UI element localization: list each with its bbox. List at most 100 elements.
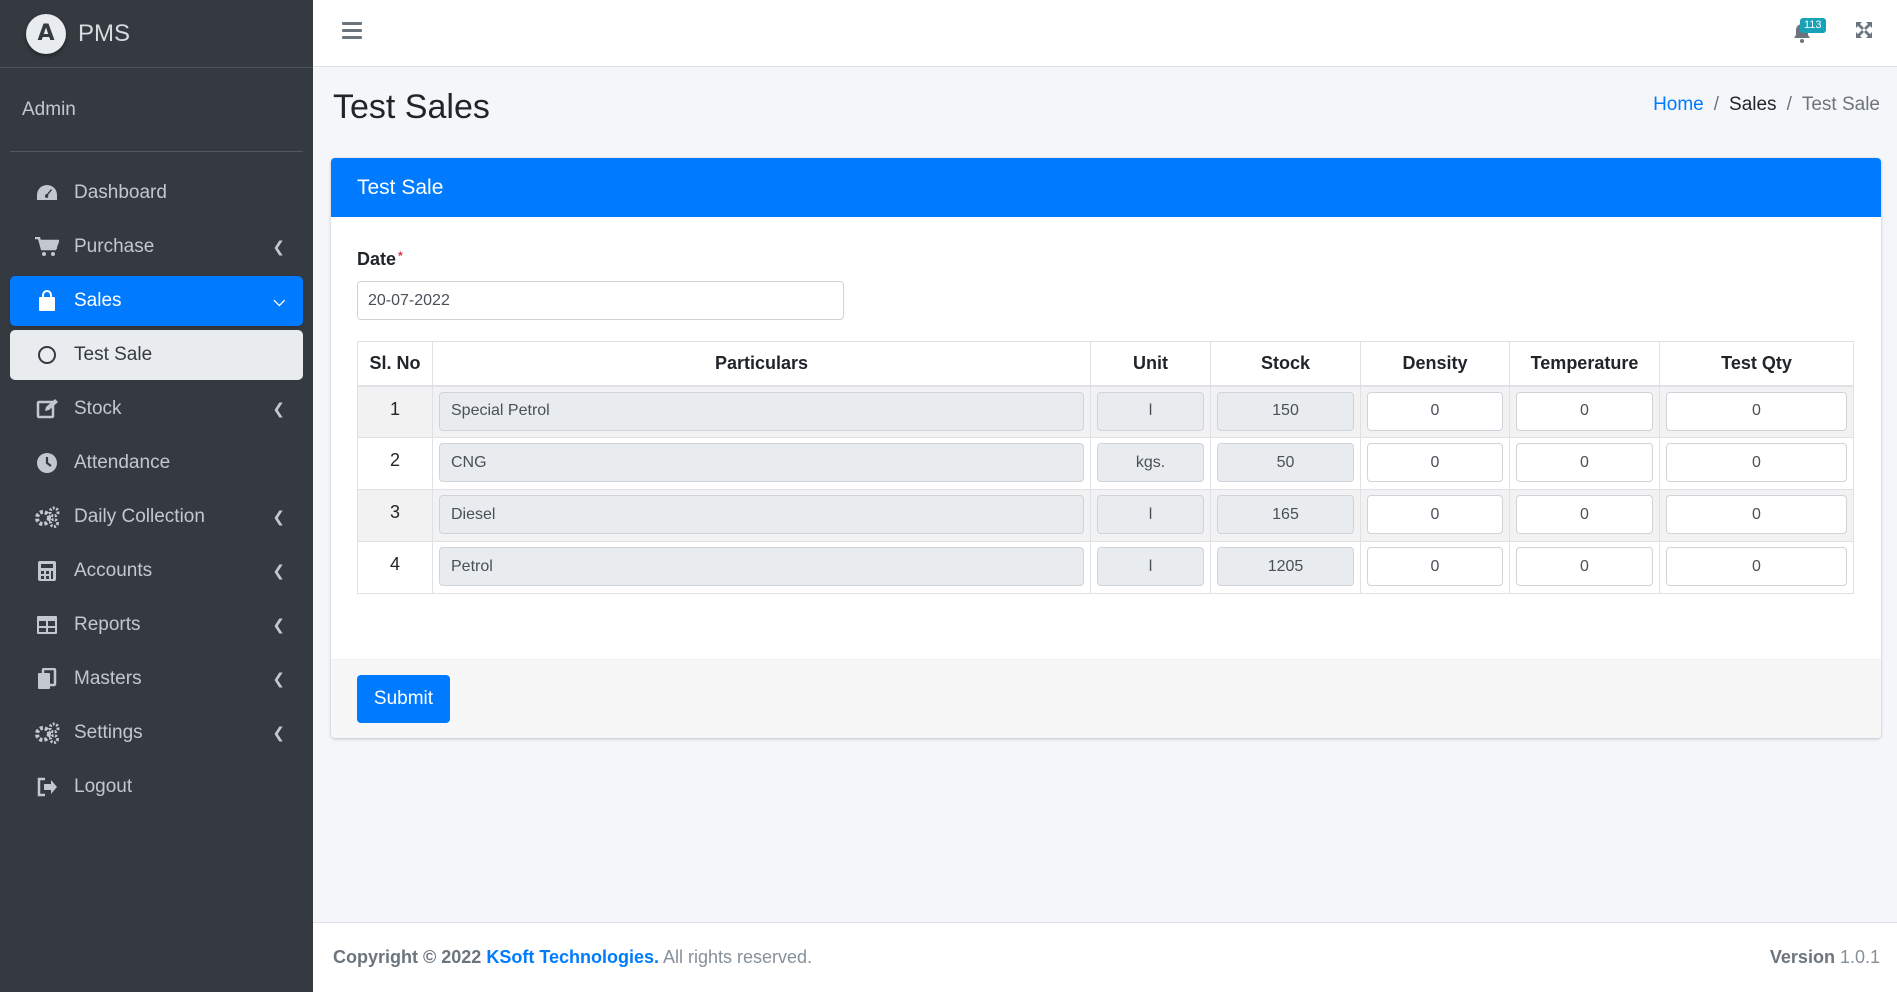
date-input[interactable] xyxy=(357,281,844,320)
sidebar-item-label: Dashboard xyxy=(74,182,167,203)
sidebar-item-sales[interactable]: Sales ⌵ xyxy=(10,276,303,326)
chevron-left-icon: ❮ xyxy=(272,671,285,688)
test-qty-input[interactable] xyxy=(1666,391,1847,431)
brand-link[interactable]: A PMS xyxy=(0,0,313,68)
sidebar-item-masters[interactable]: Masters ❮ xyxy=(10,654,303,704)
sidebar-item-label: Accounts xyxy=(74,560,153,581)
table-row: 4 Petrol l 1205 xyxy=(357,541,1854,594)
column-header-sl-no: Sl. No xyxy=(357,341,433,387)
submit-button[interactable]: Submit xyxy=(357,675,450,723)
chevron-left-icon: ❮ xyxy=(272,563,285,580)
unit-field: kgs. xyxy=(1097,443,1204,482)
top-navbar: 113 xyxy=(313,0,1897,67)
breadcrumb-home-link[interactable]: Home xyxy=(1653,94,1704,116)
column-header-unit: Unit xyxy=(1090,341,1211,387)
notification-badge: 113 xyxy=(1800,18,1826,33)
sidebar-item-label: Settings xyxy=(74,722,143,743)
table-row: 3 Diesel l 165 xyxy=(357,489,1854,542)
copy-icon xyxy=(34,667,60,691)
sl-no-cell: 4 xyxy=(357,541,433,594)
dashboard-icon xyxy=(34,181,60,205)
breadcrumb-separator: / xyxy=(1713,94,1720,115)
breadcrumb: Home / Sales / Test Sale xyxy=(1653,94,1880,116)
chevron-left-icon: ❮ xyxy=(272,401,285,418)
fullscreen-icon[interactable] xyxy=(1854,20,1878,44)
sidebar: A PMS Admin Dashboard Purchase ❮ Sales ⌵ xyxy=(0,0,313,992)
test-sale-card: Test Sale Date* Sl. No Particulars Unit … xyxy=(331,158,1881,738)
temperature-input[interactable] xyxy=(1516,443,1653,482)
sidebar-item-purchase[interactable]: Purchase ❮ xyxy=(10,222,303,272)
density-input[interactable] xyxy=(1367,391,1503,431)
sign-out-icon xyxy=(34,775,60,799)
sidebar-item-stock[interactable]: Stock ❮ xyxy=(10,384,303,434)
main-footer: Copyright © 2022 KSoft Technologies. All… xyxy=(313,922,1897,992)
column-header-temperature: Temperature xyxy=(1509,341,1660,387)
particular-field: Special Petrol xyxy=(439,391,1084,431)
temperature-input[interactable] xyxy=(1516,495,1653,534)
density-input[interactable] xyxy=(1367,443,1503,482)
breadcrumb-sales: Sales xyxy=(1729,94,1777,115)
chevron-left-icon: ❮ xyxy=(272,617,285,634)
sidebar-item-label: Attendance xyxy=(74,452,171,473)
temperature-input[interactable] xyxy=(1516,391,1653,431)
gears-icon xyxy=(34,505,60,529)
card-title: Test Sale xyxy=(331,158,1881,217)
page-title: Test Sales xyxy=(333,88,490,126)
sidebar-item-label: Sales xyxy=(74,290,122,311)
copyright-text: Copyright © 2022 KSoft Technologies. All… xyxy=(333,947,813,967)
sidebar-item-dashboard[interactable]: Dashboard xyxy=(10,168,303,218)
sidebar-item-accounts[interactable]: Accounts ❮ xyxy=(10,546,303,596)
sidebar-item-label: Test Sale xyxy=(74,344,153,365)
particular-field: Petrol xyxy=(439,547,1084,586)
stock-field: 50 xyxy=(1217,443,1354,482)
notifications-button[interactable]: 113 xyxy=(1792,18,1828,48)
stock-field: 165 xyxy=(1217,495,1354,534)
date-label: Date * xyxy=(357,249,403,269)
density-input[interactable] xyxy=(1367,495,1503,534)
test-qty-input[interactable] xyxy=(1666,495,1847,534)
chevron-left-icon: ❮ xyxy=(272,725,285,742)
menu-toggle-icon[interactable] xyxy=(342,22,362,42)
density-input[interactable] xyxy=(1367,547,1503,586)
unit-field: l xyxy=(1097,547,1204,586)
user-panel[interactable]: Admin xyxy=(10,68,303,152)
chevron-left-icon: ❮ xyxy=(272,509,285,526)
sidebar-item-test-sale[interactable]: Test Sale xyxy=(10,330,303,380)
sidebar-item-label: Reports xyxy=(74,614,141,635)
brand-name: PMS xyxy=(78,19,131,47)
breadcrumb-current: Test Sale xyxy=(1801,94,1880,115)
sidebar-item-daily-collection[interactable]: Daily Collection ❮ xyxy=(10,492,303,542)
sidebar-item-reports[interactable]: Reports ❮ xyxy=(10,600,303,650)
test-qty-input[interactable] xyxy=(1666,443,1847,482)
column-header-stock: Stock xyxy=(1210,341,1361,387)
card-body: Date* Sl. No Particulars Unit Stock Dens… xyxy=(331,217,1881,659)
company-link[interactable]: KSoft Technologies. xyxy=(486,947,659,967)
clock-icon xyxy=(34,451,60,475)
edit-icon xyxy=(34,397,60,421)
test-qty-input[interactable] xyxy=(1666,547,1847,586)
card-footer: Submit xyxy=(331,659,1881,738)
sidebar-item-label: Masters xyxy=(74,668,142,689)
sl-no-cell: 2 xyxy=(357,437,433,490)
chevron-down-icon: ⌵ xyxy=(273,292,285,310)
sl-no-cell: 3 xyxy=(357,489,433,542)
particular-field: CNG xyxy=(439,443,1084,482)
temperature-input[interactable] xyxy=(1516,547,1653,586)
stock-field: 150 xyxy=(1217,391,1354,431)
user-name[interactable]: Admin xyxy=(22,99,76,121)
breadcrumb-separator: / xyxy=(1786,94,1792,115)
calculator-icon xyxy=(34,559,60,583)
required-mark: * xyxy=(398,249,403,263)
particular-field: Diesel xyxy=(439,495,1084,534)
shopping-bag-icon xyxy=(34,289,60,313)
sidebar-item-label: Purchase xyxy=(74,236,155,257)
column-header-test-qty: Test Qty xyxy=(1659,341,1854,387)
table-row: 1 Special Petrol l 150 xyxy=(357,385,1854,438)
column-header-density: Density xyxy=(1360,341,1510,387)
sidebar-item-logout[interactable]: Logout xyxy=(10,762,303,812)
stock-field: 1205 xyxy=(1217,547,1354,586)
sidebar-item-settings[interactable]: Settings ❮ xyxy=(10,708,303,758)
brand-logo: A xyxy=(26,13,66,54)
table-row: 2 CNG kgs. 50 xyxy=(357,437,1854,490)
sidebar-item-attendance[interactable]: Attendance xyxy=(10,438,303,488)
